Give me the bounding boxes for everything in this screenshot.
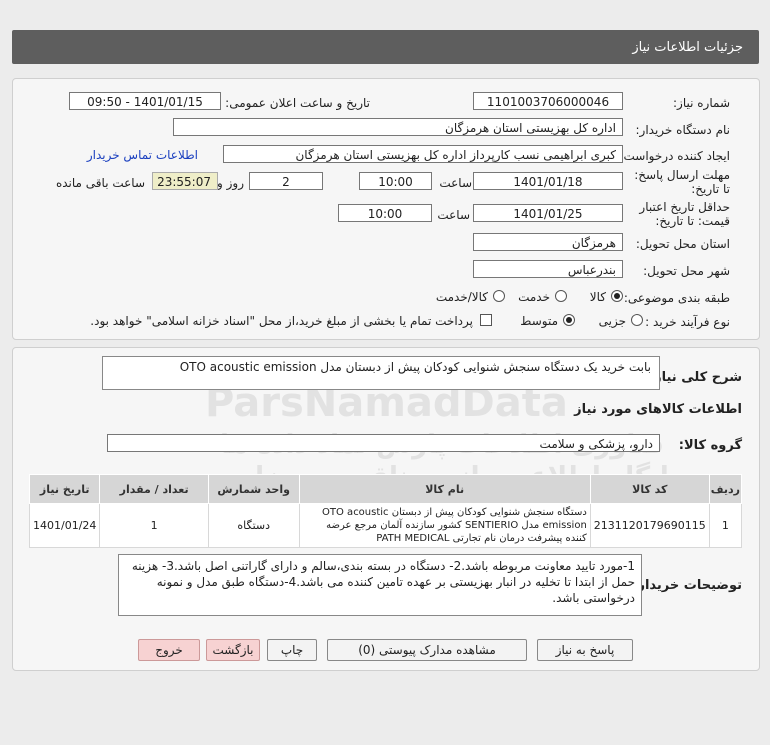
col-date: تاریخ نیاز <box>28 474 101 504</box>
reply-time-label: ساعت <box>439 176 472 190</box>
announce-field: 1401/01/15 - 09:50 <box>69 92 221 110</box>
buyer-org-field: اداره کل بهزیستی استان هرمزگان <box>173 118 623 136</box>
process-radio-minor[interactable] <box>631 314 643 326</box>
cell-unit: دستگاه <box>207 503 300 548</box>
summary-box: بابت خرید یک دستگاه سنجش شنوایی کودکان پ… <box>102 356 660 390</box>
buyer-notes-label: توضیحات خریدار: <box>632 578 742 593</box>
col-row: ردیف <box>708 474 743 504</box>
validity-date-field: 1401/01/25 <box>473 204 623 222</box>
buyer-org-label: نام دستگاه خریدار: <box>635 123 731 137</box>
summary-label: شرح کلی نیاز: <box>648 370 742 385</box>
category-radio-service[interactable] <box>555 290 567 302</box>
need-number-field: 1101003706000046 <box>473 92 623 110</box>
requester-label: ایجاد کننده درخواست: <box>619 149 730 163</box>
requester-field: کبری ابراهیمی نسب کارپرداز اداره کل بهزی… <box>223 145 623 163</box>
summary-text: بابت خرید یک دستگاه سنجش شنوایی کودکان پ… <box>179 360 651 374</box>
category-option-service: خدمت <box>518 290 550 304</box>
need-number-label: شماره نیاز: <box>673 96 730 110</box>
cell-qty: 1 <box>99 503 209 548</box>
page-title: جزئیات اطلاعات نیاز <box>632 40 743 55</box>
page-header: جزئیات اطلاعات نیاز <box>12 30 759 64</box>
reply-button[interactable]: پاسخ به نیاز <box>537 639 633 661</box>
process-option-minor: جزیی <box>598 314 626 328</box>
col-qty: تعداد / مقدار <box>99 474 209 504</box>
remaining-time-label: ساعت باقی مانده <box>55 176 145 190</box>
announce-label: تاریخ و ساعت اعلان عمومی: <box>225 96 370 110</box>
back-button[interactable]: بازگشت <box>206 639 260 661</box>
goods-section-title: اطلاعات کالاهای مورد نیاز <box>574 402 742 417</box>
treasury-checkbox[interactable] <box>480 314 492 326</box>
category-radio-goods[interactable] <box>611 290 623 302</box>
cell-name: دستگاه سنجش شنوایی کودکان پیش از دبستان … <box>298 503 591 548</box>
category-option-goods-service: کالا/خدمت <box>435 290 488 304</box>
goods-table: ردیف کد کالا نام کالا واحد شمارش تعداد /… <box>28 474 743 548</box>
cell-code: 2131120179690115 <box>589 503 710 548</box>
days-field: 2 <box>249 172 323 190</box>
category-label: طبقه بندی موضوعی: <box>623 291 730 305</box>
view-documents-button[interactable]: مشاهده مدارک پیوستی (0) <box>327 639 527 661</box>
validity-time-field: 10:00 <box>338 204 432 222</box>
process-label: نوع فرآیند خرید : <box>645 315 730 329</box>
buyer-notes-text: 1-مورد تایید معاونت مربوطه باشد.2- دستگا… <box>131 559 635 605</box>
cell-row: 1 <box>708 503 743 548</box>
exit-button[interactable]: خروج <box>138 639 200 661</box>
city-field: بندرعباس <box>473 260 623 278</box>
process-radio-medium[interactable] <box>563 314 575 326</box>
col-code: کد کالا <box>589 474 710 504</box>
days-label: روز و <box>217 176 244 190</box>
reply-time-field: 10:00 <box>359 172 432 190</box>
print-button[interactable]: چاپ <box>267 639 317 661</box>
validity-label: حداقل تاریخ اعتبار قیمت: تا تاریخ: <box>639 200 730 228</box>
col-name: نام کالا <box>298 474 591 504</box>
category-radio-goods-service[interactable] <box>493 290 505 302</box>
cell-date: 1401/01/24 <box>28 503 101 548</box>
col-unit: واحد شمارش <box>207 474 300 504</box>
goods-table-header: ردیف کد کالا نام کالا واحد شمارش تعداد /… <box>28 474 743 504</box>
process-option-medium: متوسط <box>520 314 558 328</box>
province-field: هرمزگان <box>473 233 623 251</box>
contact-info-link[interactable]: اطلاعات تماس خریدار <box>87 148 198 162</box>
treasury-note: پرداخت تمام یا بخشی از مبلغ خرید،از محل … <box>90 314 473 328</box>
goods-group-field: دارو، پزشکی و سلامت <box>107 434 660 452</box>
goods-group-label: گروه کالا: <box>678 438 742 453</box>
validity-time-label: ساعت <box>437 208 470 222</box>
province-label: استان محل تحویل: <box>635 237 730 251</box>
reply-deadline-label: مهلت ارسال پاسخ: تا تاریخ: <box>634 168 730 196</box>
table-row: 1 2131120179690115 دستگاه سنجش شنوایی کو… <box>28 503 743 548</box>
city-label: شهر محل تحویل: <box>643 264 730 278</box>
remaining-time-field: 23:55:07 <box>152 172 218 190</box>
category-option-goods: کالا <box>589 290 606 304</box>
reply-date-field: 1401/01/18 <box>473 172 623 190</box>
buyer-notes-box: 1-مورد تایید معاونت مربوطه باشد.2- دستگا… <box>118 554 642 616</box>
